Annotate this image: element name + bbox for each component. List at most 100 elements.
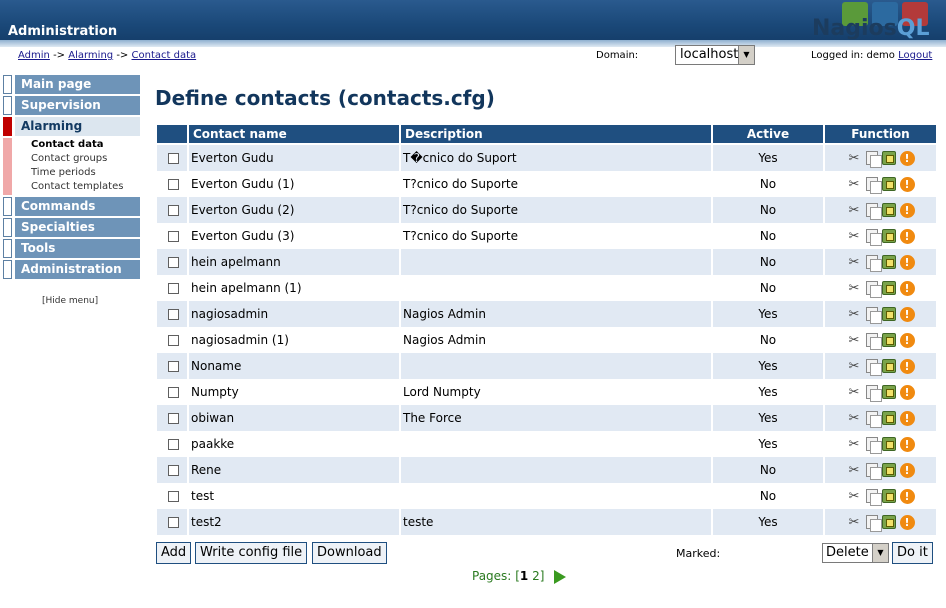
delete-icon[interactable] xyxy=(881,281,896,295)
row-checkbox[interactable] xyxy=(168,491,179,502)
row-checkbox[interactable] xyxy=(168,439,179,450)
sidebar-item-administration[interactable]: Administration xyxy=(3,260,140,279)
delete-icon[interactable] xyxy=(881,515,896,529)
sidebar-item-tools[interactable]: Tools xyxy=(3,239,140,258)
breadcrumb-alarming[interactable]: Alarming xyxy=(68,50,113,61)
sidebar-item-main-page[interactable]: Main page xyxy=(3,75,140,94)
row-checkbox[interactable] xyxy=(168,231,179,242)
edit-icon[interactable]: ✂ xyxy=(847,359,862,374)
edit-icon[interactable]: ✂ xyxy=(847,515,862,530)
row-checkbox[interactable] xyxy=(168,361,179,372)
edit-icon[interactable]: ✂ xyxy=(847,333,862,348)
sidebar-item-alarming[interactable]: Alarming xyxy=(3,117,140,136)
download-button[interactable]: Download xyxy=(312,542,387,564)
row-checkbox[interactable] xyxy=(168,179,179,190)
delete-icon[interactable] xyxy=(881,307,896,321)
row-checkbox[interactable] xyxy=(168,517,179,528)
chevron-down-icon[interactable]: ▼ xyxy=(872,544,888,562)
info-icon[interactable]: ! xyxy=(899,202,915,218)
delete-icon[interactable] xyxy=(881,229,896,243)
delete-icon[interactable] xyxy=(881,151,896,165)
info-icon[interactable]: ! xyxy=(899,306,915,322)
chevron-down-icon[interactable]: ▼ xyxy=(738,46,754,64)
edit-icon[interactable]: ✂ xyxy=(847,489,862,504)
info-icon[interactable]: ! xyxy=(899,332,915,348)
info-icon[interactable]: ! xyxy=(899,150,915,166)
edit-icon[interactable]: ✂ xyxy=(847,229,862,244)
do-it-button[interactable]: Do it xyxy=(892,542,933,564)
submenu-item-contact-data[interactable]: Contact data xyxy=(31,139,103,150)
delete-icon[interactable] xyxy=(881,489,896,503)
breadcrumb-contact-data[interactable]: Contact data xyxy=(132,50,197,61)
row-checkbox[interactable] xyxy=(168,153,179,164)
info-icon[interactable]: ! xyxy=(899,280,915,296)
copy-icon[interactable] xyxy=(865,437,882,454)
info-icon[interactable]: ! xyxy=(899,436,915,452)
edit-icon[interactable]: ✂ xyxy=(847,151,862,166)
row-checkbox[interactable] xyxy=(168,205,179,216)
info-icon[interactable]: ! xyxy=(899,358,915,374)
copy-icon[interactable] xyxy=(865,281,882,298)
copy-icon[interactable] xyxy=(865,411,882,428)
add-button[interactable]: Add xyxy=(156,542,192,564)
edit-icon[interactable]: ✂ xyxy=(847,203,862,218)
logout-link[interactable]: Logout xyxy=(898,50,932,61)
edit-icon[interactable]: ✂ xyxy=(847,411,862,426)
row-checkbox[interactable] xyxy=(168,283,179,294)
copy-icon[interactable] xyxy=(865,515,882,532)
info-icon[interactable]: ! xyxy=(899,488,915,504)
edit-icon[interactable]: ✂ xyxy=(847,385,862,400)
delete-icon[interactable] xyxy=(881,255,896,269)
edit-icon[interactable]: ✂ xyxy=(847,463,862,478)
info-icon[interactable]: ! xyxy=(899,228,915,244)
info-icon[interactable]: ! xyxy=(899,514,915,530)
delete-icon[interactable] xyxy=(881,411,896,425)
row-checkbox[interactable] xyxy=(168,387,179,398)
copy-icon[interactable] xyxy=(865,359,882,376)
row-checkbox[interactable] xyxy=(168,335,179,346)
page-link-2[interactable]: 2 xyxy=(532,569,540,583)
copy-icon[interactable] xyxy=(865,255,882,272)
copy-icon[interactable] xyxy=(865,177,882,194)
sidebar-item-commands[interactable]: Commands xyxy=(3,197,140,216)
edit-icon[interactable]: ✂ xyxy=(847,307,862,322)
copy-icon[interactable] xyxy=(865,333,882,350)
info-icon[interactable]: ! xyxy=(899,176,915,192)
delete-icon[interactable] xyxy=(881,177,896,191)
row-checkbox[interactable] xyxy=(168,465,179,476)
sidebar-item-supervision[interactable]: Supervision xyxy=(3,96,140,115)
delete-icon[interactable] xyxy=(881,359,896,373)
copy-icon[interactable] xyxy=(865,307,882,324)
submenu-item-time-periods[interactable]: Time periods xyxy=(31,167,96,178)
edit-icon[interactable]: ✂ xyxy=(847,177,862,192)
copy-icon[interactable] xyxy=(865,203,882,220)
breadcrumb-admin[interactable]: Admin xyxy=(18,50,50,61)
edit-icon[interactable]: ✂ xyxy=(847,255,862,270)
delete-icon[interactable] xyxy=(881,463,896,477)
edit-icon[interactable]: ✂ xyxy=(847,281,862,296)
info-icon[interactable]: ! xyxy=(899,462,915,478)
copy-icon[interactable] xyxy=(865,151,882,168)
delete-icon[interactable] xyxy=(881,203,896,217)
write-config-button[interactable]: Write config file xyxy=(195,542,308,564)
copy-icon[interactable] xyxy=(865,489,882,506)
hide-menu-link[interactable]: [Hide menu] xyxy=(42,296,98,306)
row-checkbox[interactable] xyxy=(168,413,179,424)
delete-icon[interactable] xyxy=(881,437,896,451)
submenu-item-contact-groups[interactable]: Contact groups xyxy=(31,153,107,164)
info-icon[interactable]: ! xyxy=(899,410,915,426)
copy-icon[interactable] xyxy=(865,385,882,402)
domain-select[interactable]: localhost ▼ xyxy=(675,45,755,65)
submenu-item-contact-templates[interactable]: Contact templates xyxy=(31,181,123,192)
copy-icon[interactable] xyxy=(865,463,882,480)
row-checkbox[interactable] xyxy=(168,257,179,268)
info-icon[interactable]: ! xyxy=(899,384,915,400)
marked-action-select[interactable]: Delete ▼ xyxy=(822,543,889,563)
info-icon[interactable]: ! xyxy=(899,254,915,270)
row-checkbox[interactable] xyxy=(168,309,179,320)
next-page-arrow-icon[interactable] xyxy=(554,569,567,584)
sidebar-item-specialties[interactable]: Specialties xyxy=(3,218,140,237)
edit-icon[interactable]: ✂ xyxy=(847,437,862,452)
delete-icon[interactable] xyxy=(881,333,896,347)
copy-icon[interactable] xyxy=(865,229,882,246)
